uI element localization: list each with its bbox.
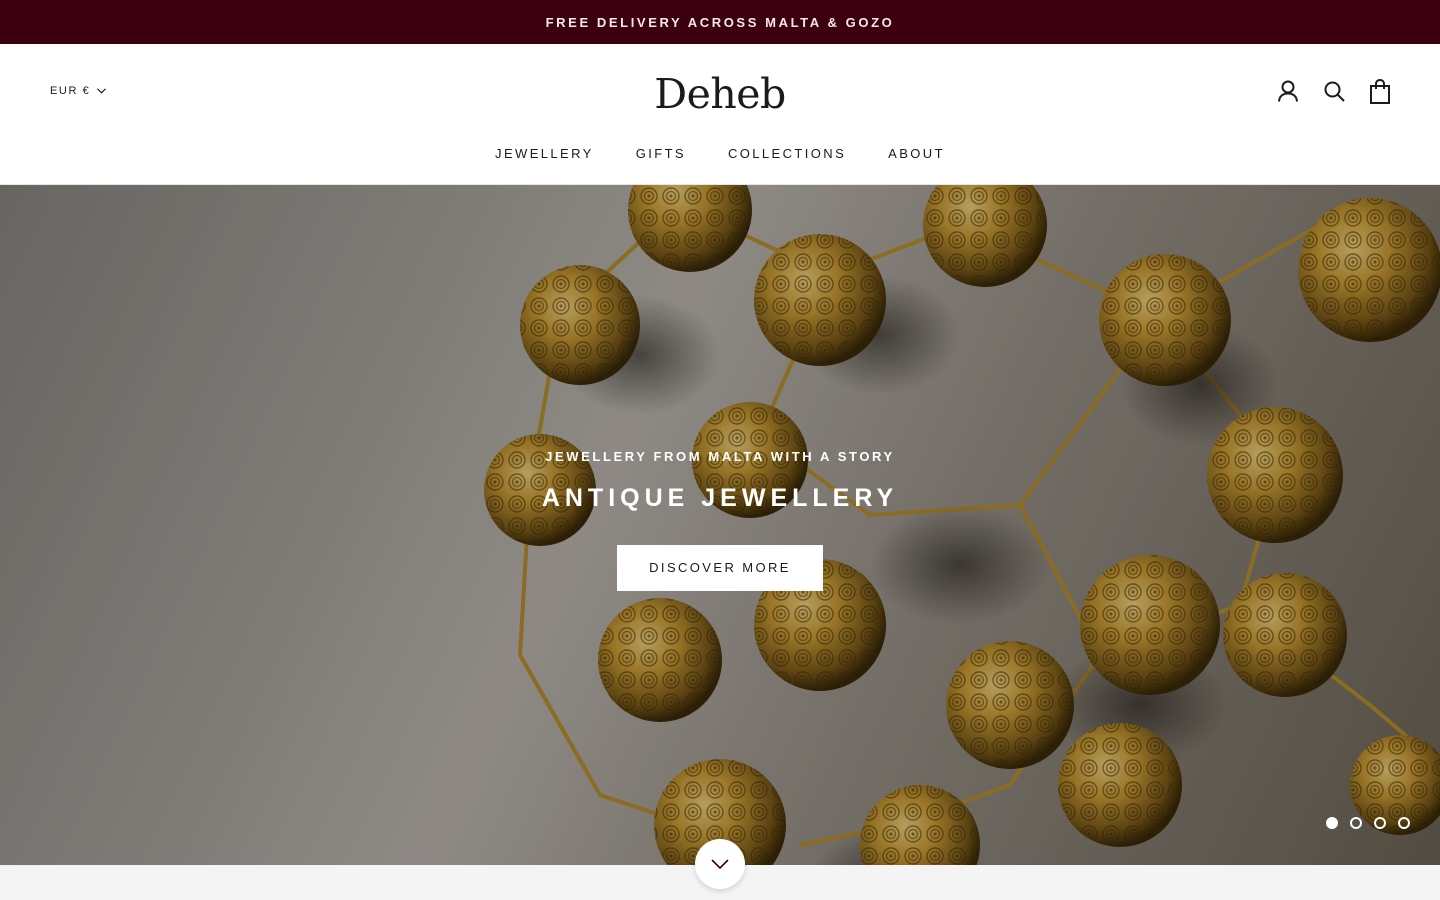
slide-dot-1[interactable] bbox=[1326, 817, 1338, 829]
slide-dots bbox=[1326, 817, 1410, 829]
nav-item-gifts[interactable]: GIFTS bbox=[636, 146, 686, 161]
scroll-down-button[interactable] bbox=[695, 839, 745, 889]
slide-dot-2[interactable] bbox=[1350, 817, 1362, 829]
currency-selector[interactable]: EUR € bbox=[50, 85, 107, 97]
slide-dot-3[interactable] bbox=[1374, 817, 1386, 829]
announcement-bar: FREE DELIVERY ACROSS MALTA & GOZO bbox=[0, 0, 1440, 44]
discover-more-button[interactable]: DISCOVER MORE bbox=[617, 545, 823, 591]
search-icon[interactable] bbox=[1322, 77, 1346, 105]
nav-item-about[interactable]: ABOUT bbox=[888, 146, 945, 161]
nav-item-jewellery[interactable]: JEWELLERY bbox=[495, 146, 594, 161]
chevron-down-icon bbox=[97, 88, 107, 94]
hero-title: ANTIQUE JEWELLERY bbox=[541, 484, 899, 512]
header-actions bbox=[1276, 77, 1392, 105]
slide-dot-4[interactable] bbox=[1398, 817, 1410, 829]
logo-link[interactable]: Deheb bbox=[654, 70, 786, 118]
hero-subtitle: JEWELLERY FROM MALTA WITH A STORY bbox=[545, 449, 895, 464]
cart-icon[interactable] bbox=[1368, 77, 1392, 105]
logo: Deheb bbox=[0, 70, 1440, 118]
currency-label: EUR € bbox=[50, 85, 91, 97]
hero-content: JEWELLERY FROM MALTA WITH A STORY ANTIQU… bbox=[0, 449, 1440, 591]
nav-item-collections[interactable]: COLLECTIONS bbox=[728, 146, 846, 161]
hero-slideshow: JEWELLERY FROM MALTA WITH A STORY ANTIQU… bbox=[0, 185, 1440, 865]
announcement-text: FREE DELIVERY ACROSS MALTA & GOZO bbox=[545, 14, 895, 30]
chevron-down-icon bbox=[711, 859, 729, 869]
site-header: EUR € Deheb JEWELLERY GIFTS COLLECTIONS … bbox=[0, 44, 1440, 185]
main-nav: JEWELLERY GIFTS COLLECTIONS ABOUT bbox=[0, 146, 1440, 161]
account-icon[interactable] bbox=[1276, 77, 1300, 105]
